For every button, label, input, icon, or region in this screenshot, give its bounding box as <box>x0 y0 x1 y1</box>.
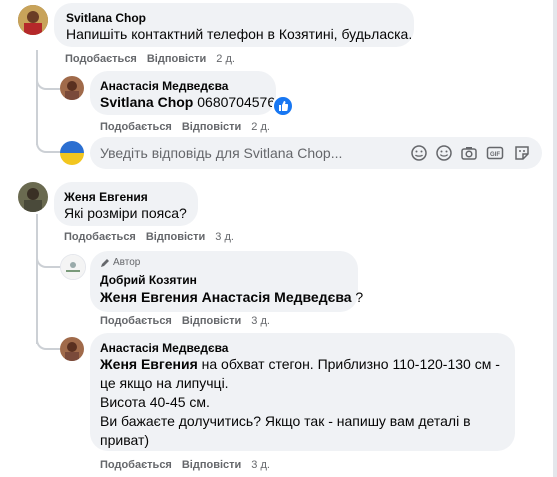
scrollbar-track[interactable] <box>553 0 557 477</box>
avatar[interactable] <box>60 254 86 280</box>
mention-tag[interactable]: Женя Евгения Анастасія Медведєва <box>100 289 352 305</box>
reply-input[interactable]: Уведіть відповідь для Svitlana Chop... G… <box>90 137 542 169</box>
comment-actions: Подобається Відповісти 2 д. <box>65 53 235 65</box>
mention-tag[interactable]: Женя Евгения <box>100 356 198 372</box>
like-reaction-icon[interactable] <box>272 95 294 117</box>
comment-text: Напишіть контактний телефон в Козятині, … <box>66 26 413 42</box>
comment-actions: Подобається Відповісти 3 д. <box>64 231 234 243</box>
reply-input-placeholder: Уведіть відповідь для Svitlana Chop... <box>100 145 343 161</box>
avatar[interactable] <box>60 76 84 100</box>
comment-author[interactable]: Svitlana Chop <box>66 11 146 25</box>
reply-link[interactable]: Відповісти <box>182 315 241 327</box>
comment-actions: Подобається Відповісти 2 д. <box>100 121 270 133</box>
avatar-photo-icon <box>18 5 48 35</box>
like-link[interactable]: Подобається <box>100 121 172 133</box>
comment-bubble: Женя Евгения Які розміри пояса? <box>54 182 198 226</box>
pencil-icon <box>101 258 109 267</box>
mention-tag[interactable]: Svitlana Chop <box>100 94 193 110</box>
avatar <box>60 141 84 165</box>
like-link[interactable]: Подобається <box>64 231 136 243</box>
camera-icon[interactable] <box>460 144 478 162</box>
comment-author[interactable]: Добрий Козятин <box>100 273 197 287</box>
timestamp[interactable]: 3 д. <box>215 231 234 243</box>
avatar[interactable] <box>18 5 48 35</box>
ukraine-flag-avatar-icon <box>60 141 84 165</box>
avatar-photo-icon <box>60 76 84 100</box>
sticker-face-icon[interactable] <box>410 144 428 162</box>
thread-curve <box>36 244 60 268</box>
comment-author[interactable]: Женя Евгения <box>64 190 148 204</box>
comment-text: Женя Евгения Анастасія Медведєва ? <box>100 289 364 305</box>
thread-curve <box>36 126 60 153</box>
comment-text: Svitlana Chop 0680704576 <box>100 94 276 110</box>
avatar-photo-icon <box>18 182 48 212</box>
thread-curve <box>36 70 60 90</box>
avatar-photo-icon <box>60 337 84 361</box>
reply-link[interactable]: Відповісти <box>146 231 205 243</box>
avatar[interactable] <box>60 337 84 361</box>
gif-icon[interactable]: GIF <box>486 144 504 162</box>
author-badge: Автор <box>100 257 140 268</box>
comment-bubble: Анастасія Медведєва Женя Евгения на обхв… <box>90 333 515 451</box>
page-logo-icon <box>61 255 85 279</box>
comment-author[interactable]: Анастасія Медведєва <box>100 79 228 93</box>
avatar[interactable] <box>18 182 48 212</box>
reply-link[interactable]: Відповісти <box>147 53 206 65</box>
like-link[interactable]: Подобається <box>100 315 172 327</box>
like-link[interactable]: Подобається <box>65 53 137 65</box>
sticker-icon[interactable] <box>513 144 531 162</box>
emoji-icon[interactable] <box>435 144 453 162</box>
timestamp[interactable]: 3 д. <box>251 315 270 327</box>
timestamp[interactable]: 3 д. <box>251 459 270 471</box>
comment-author[interactable]: Анастасія Медведєва <box>100 341 228 355</box>
comment-text: Женя Евгения на обхват стегон. Приблизно… <box>100 356 500 448</box>
comment-bubble: Анастасія Медведєва Svitlana Chop 068070… <box>90 71 276 115</box>
comment-actions: Подобається Відповісти 3 д. <box>100 459 270 471</box>
svg-text:GIF: GIF <box>490 152 500 158</box>
timestamp[interactable]: 2 д. <box>251 121 270 133</box>
thread-curve <box>36 324 60 350</box>
reply-link[interactable]: Відповісти <box>182 121 241 133</box>
comment-bubble: Svitlana Chop Напишіть контактний телефо… <box>54 3 414 47</box>
comment-text: Які розміри пояса? <box>64 205 187 221</box>
timestamp[interactable]: 2 д. <box>216 53 235 65</box>
like-link[interactable]: Подобається <box>100 459 172 471</box>
comment-bubble: Автор Добрий Козятин Женя Евгения Анаста… <box>90 251 363 312</box>
comment-actions: Подобається Відповісти 3 д. <box>100 315 270 327</box>
reply-link[interactable]: Відповісти <box>182 459 241 471</box>
